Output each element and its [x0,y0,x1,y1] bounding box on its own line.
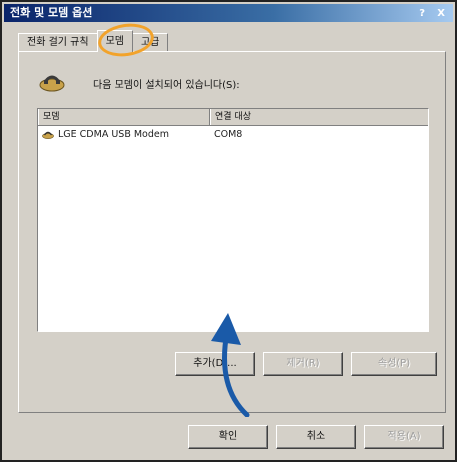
modem-list[interactable]: 모뎀 연결 대상 LGE CDMA USB Modem COM8 [37,108,429,332]
column-header-attached-to[interactable]: 연결 대상 [210,109,428,125]
column-header-modem[interactable]: 모뎀 [38,109,210,125]
ok-button[interactable]: 확인 [188,425,268,449]
modem-small-icon [42,131,54,139]
apply-button[interactable]: 적용(A) [364,425,444,449]
remove-button[interactable]: 제거(R) [263,352,343,376]
title-bar: 전화 및 모뎀 옵션 ? X [4,4,453,22]
help-button[interactable]: ? [419,5,425,23]
cancel-button[interactable]: 취소 [276,425,356,449]
modem-name: LGE CDMA USB Modem [58,128,169,140]
modem-icon [39,75,65,92]
window-title: 전화 및 모뎀 옵션 [10,6,93,19]
modem-name-cell: LGE CDMA USB Modem [38,129,210,140]
pointer-arrow [211,313,250,417]
list-header: 모뎀 연결 대상 [38,109,428,126]
list-item[interactable]: LGE CDMA USB Modem COM8 [38,126,428,142]
dialog-window: 전화 및 모뎀 옵션 ? X 전화 걸기 규칙 모뎀 고급 다음 모뎀이 설치되… [0,0,457,462]
tab-dialing-rules[interactable]: 전화 걸기 규칙 [18,33,98,52]
modem-port: COM8 [214,128,243,140]
properties-button[interactable]: 속성(P) [351,352,437,376]
installed-modems-label: 다음 모뎀이 설치되어 있습니다(S): [93,80,240,91]
close-button[interactable]: X [437,5,445,23]
